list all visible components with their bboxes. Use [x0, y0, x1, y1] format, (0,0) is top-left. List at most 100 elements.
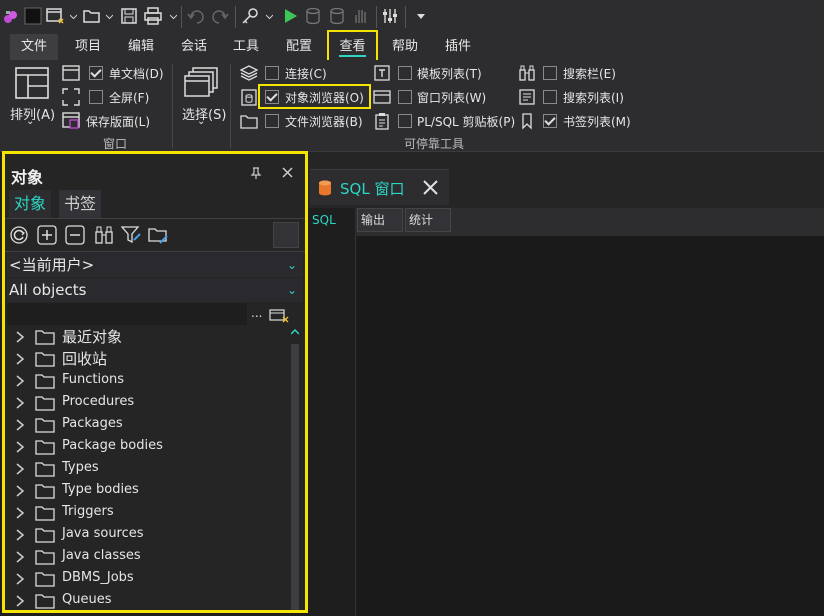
customize-toolbar-icon[interactable]: [417, 14, 425, 20]
filter-input[interactable]: [7, 303, 247, 325]
tree-item[interactable]: DBMS_Jobs: [15, 568, 285, 590]
window-list-label[interactable]: 窗口列表(W): [417, 89, 486, 106]
save-layout-label[interactable]: 保存版面(L): [86, 113, 150, 130]
chevron-right-icon[interactable]: [15, 529, 25, 541]
chevron-down-icon[interactable]: ⌄: [26, 116, 34, 127]
menu-view[interactable]: 查看: [327, 30, 378, 64]
chevron-right-icon[interactable]: [15, 353, 25, 365]
menu-file[interactable]: 文件: [10, 34, 58, 60]
chevron-right-icon[interactable]: [15, 551, 25, 563]
chevron-right-icon[interactable]: [15, 419, 25, 431]
file-browser-label[interactable]: 文件浏览器(B): [285, 113, 363, 130]
filter-icon[interactable]: [121, 225, 141, 245]
folder-edit-icon[interactable]: [148, 225, 168, 245]
hand-icon[interactable]: [352, 7, 370, 25]
close-icon[interactable]: [282, 167, 293, 178]
bookmark-list-checkbox[interactable]: [543, 114, 557, 128]
tab-objects[interactable]: 对象: [9, 190, 52, 218]
tree-item[interactable]: Type bodies: [15, 480, 285, 502]
subtab-output[interactable]: 输出: [357, 208, 403, 232]
collapse-icon[interactable]: [65, 225, 85, 245]
connection-label[interactable]: 连接(C): [285, 65, 327, 82]
object-browser-label[interactable]: 对象浏览器(O): [285, 89, 364, 106]
chevron-down-icon[interactable]: [106, 13, 113, 20]
tree-item[interactable]: Packages: [15, 414, 285, 436]
print-icon[interactable]: [144, 7, 162, 25]
subtab-sql[interactable]: SQL: [308, 208, 355, 236]
tree-item[interactable]: 最近对象: [15, 326, 285, 348]
menu-tools[interactable]: 工具: [222, 34, 270, 60]
chevron-down-icon[interactable]: [70, 13, 77, 20]
chevron-down-icon[interactable]: [266, 13, 273, 20]
plsql-clipboard-checkbox[interactable]: [398, 114, 412, 128]
undo-icon[interactable]: [187, 7, 205, 25]
tree-item[interactable]: Package bodies: [15, 436, 285, 458]
fullscreen-label[interactable]: 全屏(F): [109, 89, 149, 106]
rollback-db-icon[interactable]: [328, 7, 346, 25]
arrange-button[interactable]: 排列(A): [10, 64, 55, 124]
menu-project[interactable]: 项目: [64, 34, 112, 60]
chevron-right-icon[interactable]: [15, 463, 25, 475]
new-window-icon[interactable]: [46, 7, 64, 25]
chevron-right-icon[interactable]: [15, 441, 25, 453]
chevron-right-icon[interactable]: [15, 485, 25, 497]
tree-item[interactable]: Java sources: [15, 524, 285, 546]
close-icon[interactable]: [422, 179, 439, 196]
menu-session[interactable]: 会话: [170, 34, 218, 60]
chevron-down-icon[interactable]: [170, 13, 177, 20]
tree-item[interactable]: Procedures: [15, 392, 285, 414]
fullscreen-checkbox[interactable]: [89, 90, 103, 104]
chevron-right-icon[interactable]: [15, 507, 25, 519]
pin-icon[interactable]: [250, 167, 262, 180]
find-icon[interactable]: [94, 225, 114, 245]
menu-plugins[interactable]: 插件: [434, 34, 482, 60]
refresh-icon[interactable]: [9, 225, 29, 245]
sql-window-tab[interactable]: SQL 窗口: [310, 169, 449, 205]
search-bar-label[interactable]: 搜索栏(E): [563, 65, 616, 82]
menu-edit[interactable]: 编辑: [117, 34, 165, 60]
menu-config[interactable]: 配置: [275, 34, 323, 60]
plsql-clipboard-label[interactable]: PL/SQL 剪贴板(P): [417, 113, 515, 130]
save-icon[interactable]: [120, 7, 138, 25]
sql-editor[interactable]: [357, 236, 824, 616]
redo-icon[interactable]: [211, 7, 229, 25]
chevron-right-icon[interactable]: [15, 595, 25, 607]
tree-item[interactable]: Java classes: [15, 546, 285, 568]
execute-icon[interactable]: [281, 7, 299, 25]
template-list-checkbox[interactable]: [398, 66, 412, 80]
app-db-icon[interactable]: [2, 7, 20, 25]
database-icon[interactable]: [304, 7, 322, 25]
chevron-down-icon[interactable]: ⌄: [197, 116, 205, 127]
chevron-right-icon[interactable]: [15, 375, 25, 387]
sliders-icon[interactable]: [381, 7, 399, 25]
template-list-label[interactable]: 模板列表(T): [417, 65, 482, 82]
menu-help[interactable]: 帮助: [381, 34, 429, 60]
open-folder-icon[interactable]: [83, 7, 101, 25]
scrollbar-thumb[interactable]: [291, 344, 299, 610]
file-browser-checkbox[interactable]: [265, 114, 279, 128]
tree-item[interactable]: Types: [15, 458, 285, 480]
key-icon[interactable]: [241, 7, 259, 25]
scroll-up-icon[interactable]: [291, 329, 299, 335]
panel-options-button[interactable]: [273, 222, 299, 248]
chevron-right-icon[interactable]: [15, 331, 25, 343]
window-list-checkbox[interactable]: [398, 90, 412, 104]
search-bar-checkbox[interactable]: [543, 66, 557, 80]
connection-checkbox[interactable]: [265, 66, 279, 80]
black-square-icon[interactable]: [24, 7, 42, 25]
search-list-checkbox[interactable]: [543, 90, 557, 104]
subtab-stats[interactable]: 统计: [405, 208, 451, 232]
object-browser-checkbox[interactable]: [265, 90, 279, 104]
tree-item[interactable]: 回收站: [15, 348, 285, 370]
bookmark-list-label[interactable]: 书签列表(M): [563, 113, 631, 130]
tab-bookmarks[interactable]: 书签: [59, 190, 102, 218]
filter-more-button[interactable]: ...: [251, 306, 262, 320]
user-select[interactable]: <当前用户> ⌄: [7, 253, 303, 277]
chevron-right-icon[interactable]: [15, 397, 25, 409]
tree-item[interactable]: Functions: [15, 370, 285, 392]
objects-select[interactable]: All objects ⌄: [7, 278, 303, 302]
single-doc-checkbox[interactable]: [89, 66, 103, 80]
chevron-right-icon[interactable]: [15, 573, 25, 585]
expand-icon[interactable]: [37, 225, 57, 245]
tree-scrollbar[interactable]: [289, 326, 301, 610]
